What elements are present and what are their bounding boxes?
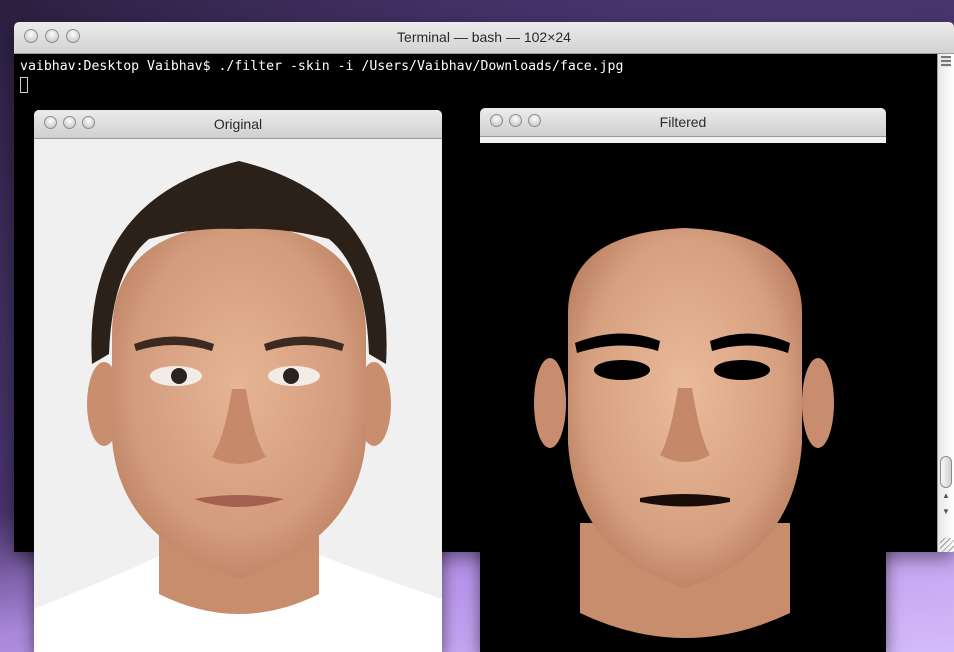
split-view-icon[interactable] [941,56,951,67]
command-line: vaibhav:Desktop Vaibhav$ ./filter -skin … [20,59,624,74]
original-image-window[interactable]: Original [34,110,442,652]
terminal-scrollbar[interactable]: ▲ ▼ [937,54,954,552]
filtered-image-window[interactable]: Filtered [480,108,886,652]
filtered-window-titlebar[interactable]: Filtered [480,108,886,137]
filtered-window-title: Filtered [659,114,707,130]
resize-grip-icon[interactable] [940,538,954,552]
original-face-image [34,139,442,652]
terminal-titlebar[interactable]: Terminal — bash — 102×24 [14,22,954,54]
scroll-up-arrow-icon[interactable]: ▲ [938,490,954,502]
filtered-face-image [480,143,886,652]
original-window-titlebar[interactable]: Original [34,110,442,139]
scroll-down-arrow-icon[interactable]: ▼ [938,506,954,518]
text-cursor [20,77,28,93]
scroll-thumb[interactable] [940,456,952,488]
original-window-title: Original [213,116,263,132]
terminal-title: Terminal — bash — 102×24 [397,29,571,45]
